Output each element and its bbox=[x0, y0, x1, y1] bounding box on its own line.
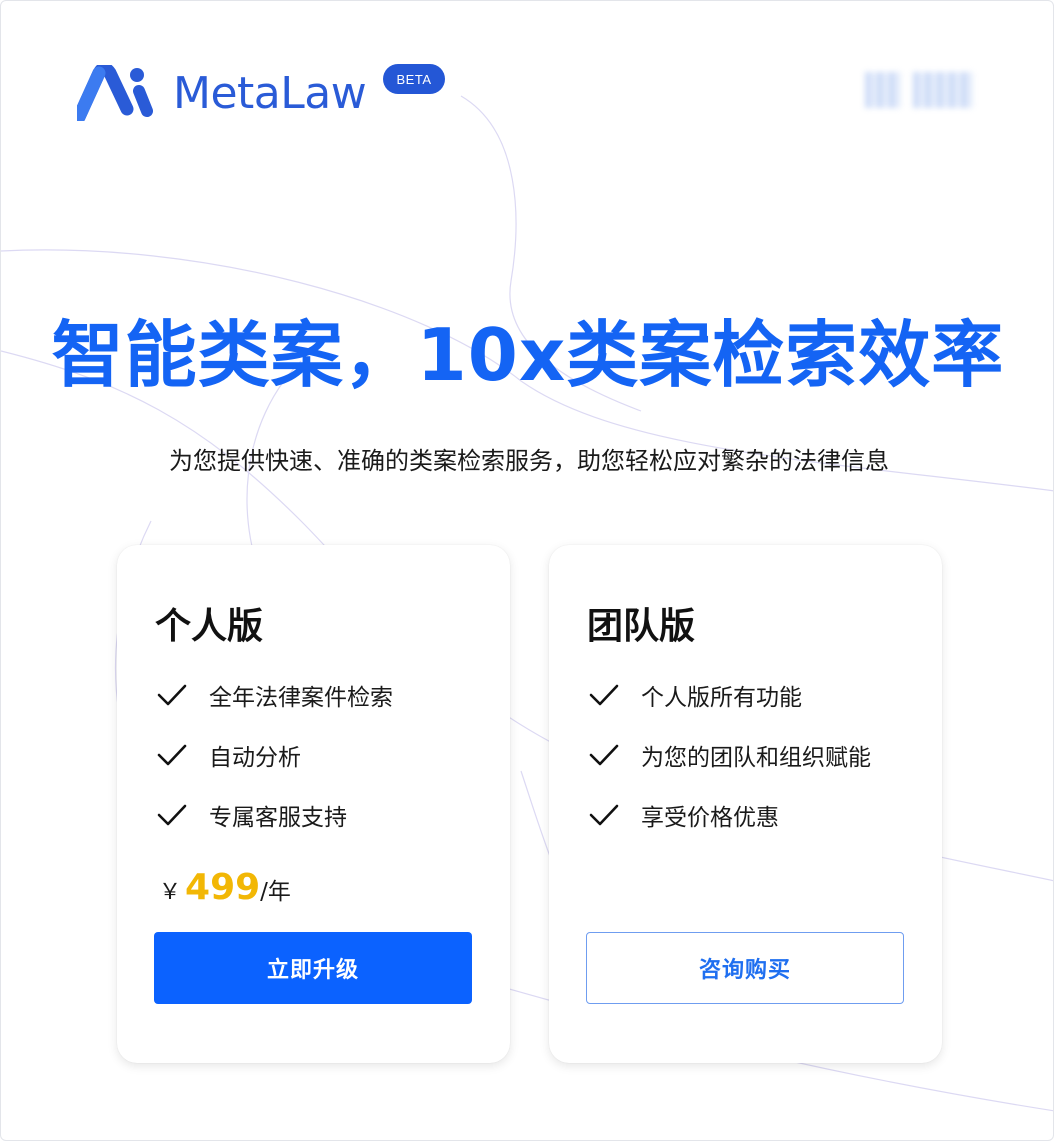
feature-list: 个人版所有功能 为您的团队和组织赋能 享受价格优惠 bbox=[587, 681, 871, 845]
feature-item: 为您的团队和组织赋能 bbox=[587, 725, 871, 785]
feature-label: 专属客服支持 bbox=[209, 805, 347, 831]
check-icon bbox=[157, 744, 187, 766]
check-icon bbox=[589, 684, 619, 706]
pricing-page: MetaLaw BETA 智能类案，10x类案检索效率 为您提供快速、准确的类案… bbox=[0, 0, 1054, 1141]
feature-label: 个人版所有功能 bbox=[641, 685, 802, 711]
upgrade-button[interactable]: 立即升级 bbox=[154, 932, 472, 1004]
check-icon bbox=[157, 684, 187, 706]
hero-subtitle: 为您提供快速、准确的类案检索服务，助您轻松应对繁杂的法律信息 bbox=[169, 447, 889, 475]
check-icon bbox=[589, 804, 619, 826]
plan-price: ￥ 499 /年 bbox=[159, 867, 291, 908]
feature-item: 享受价格优惠 bbox=[587, 785, 871, 845]
feature-item: 专属客服支持 bbox=[155, 785, 393, 845]
user-account-area[interactable] bbox=[865, 72, 973, 108]
feature-label: 享受价格优惠 bbox=[641, 805, 779, 831]
feature-label: 全年法律案件检索 bbox=[209, 685, 393, 711]
plan-title: 个人版 bbox=[155, 606, 264, 647]
price-amount: 499 bbox=[185, 867, 261, 908]
user-avatar-redacted bbox=[865, 72, 901, 108]
metalaw-logo-icon bbox=[77, 65, 153, 121]
feature-label: 为您的团队和组织赋能 bbox=[641, 745, 871, 771]
consult-purchase-button[interactable]: 咨询购买 bbox=[586, 932, 904, 1004]
feature-list: 全年法律案件检索 自动分析 专属客服支持 bbox=[155, 681, 393, 845]
feature-label: 自动分析 bbox=[209, 745, 301, 771]
brand-logo[interactable]: MetaLaw bbox=[77, 65, 367, 121]
check-icon bbox=[589, 744, 619, 766]
plan-card-team: 团队版 个人版所有功能 为您的团队和组织赋能 享受价格优惠 咨询购买 bbox=[549, 545, 942, 1063]
feature-item: 全年法律案件检索 bbox=[155, 665, 393, 725]
price-currency: ￥ bbox=[159, 880, 182, 905]
brand-name: MetaLaw bbox=[173, 68, 367, 119]
feature-item: 个人版所有功能 bbox=[587, 665, 871, 725]
plan-card-personal: 个人版 全年法律案件检索 自动分析 专属客服支持 ￥ 499 /年 立即升级 bbox=[117, 545, 510, 1063]
hero-title: 智能类案，10x类案检索效率 bbox=[51, 313, 1005, 397]
plan-title: 团队版 bbox=[587, 606, 696, 647]
feature-item: 自动分析 bbox=[155, 725, 393, 785]
price-unit: /年 bbox=[260, 879, 291, 905]
beta-badge: BETA bbox=[383, 64, 445, 94]
check-icon bbox=[157, 804, 187, 826]
user-name-redacted bbox=[913, 72, 973, 108]
